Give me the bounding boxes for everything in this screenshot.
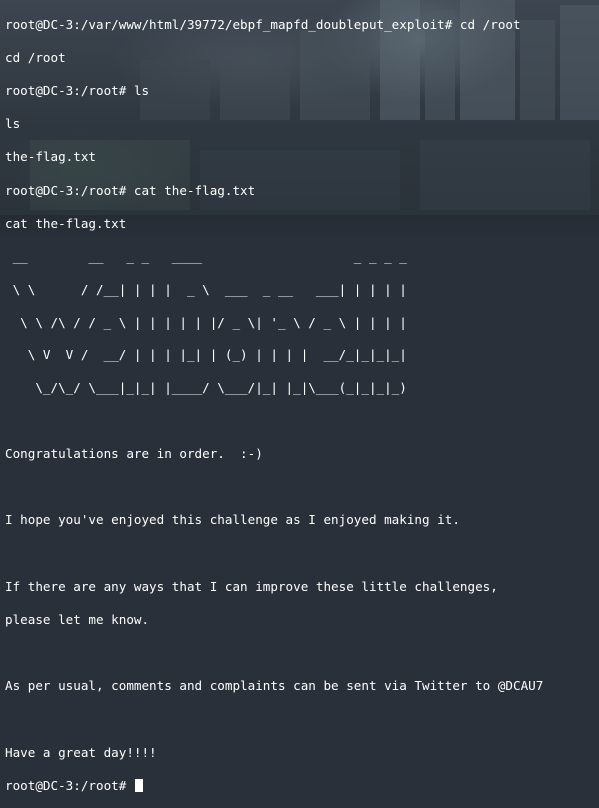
terminal-line: root@DC-3:/root# cat the-flag.txt xyxy=(5,182,256,198)
terminal-line: the-flag.txt xyxy=(5,149,96,165)
flag-message-contact: As per usual, comments and complaints ca… xyxy=(5,678,544,694)
ascii-banner-line: \_/\_/ \___|_|_| |____/ \___/|_| |_|\___… xyxy=(5,380,407,396)
terminal-line: cd /root xyxy=(5,49,66,65)
flag-message-enjoyed: I hope you've enjoyed this challenge as … xyxy=(5,512,460,528)
flag-message-improve: If there are any ways that I can improve… xyxy=(5,578,498,594)
shell-prompt-line[interactable]: root@DC-3:/root# xyxy=(5,778,595,795)
shell-prompt: root@DC-3:/root# xyxy=(5,777,134,793)
terminal-output[interactable]: root@DC-3:/var/www/html/39772/ebpf_mapfd… xyxy=(5,0,595,808)
ascii-banner-line: \ \ / /__| | | | _ \ ___ _ __ ___| | | |… xyxy=(5,281,407,297)
ascii-banner-line: \ V V / __/ | | | |_| | (_) | | | | __/_… xyxy=(5,347,407,363)
text-cursor xyxy=(134,778,143,792)
flag-message-farewell: Have a great day!!!! xyxy=(5,744,157,760)
terminal-line: ls xyxy=(5,116,21,132)
ascii-banner-line: __ __ _ _ ____ _ _ _ _ xyxy=(5,248,415,264)
terminal-line: root@DC-3:/root# ls xyxy=(5,82,150,98)
ascii-banner-line: \ \ /\ / / _ \ | | | | | |/ _ \| '_ \ / … xyxy=(5,314,407,330)
flag-message-congrats: Congratulations are in order. :-) xyxy=(5,446,263,462)
terminal-line: cat the-flag.txt xyxy=(5,215,127,231)
flag-message-improve: please let me know. xyxy=(5,612,150,628)
terminal-line: root@DC-3:/var/www/html/39772/ebpf_mapfd… xyxy=(5,16,521,32)
